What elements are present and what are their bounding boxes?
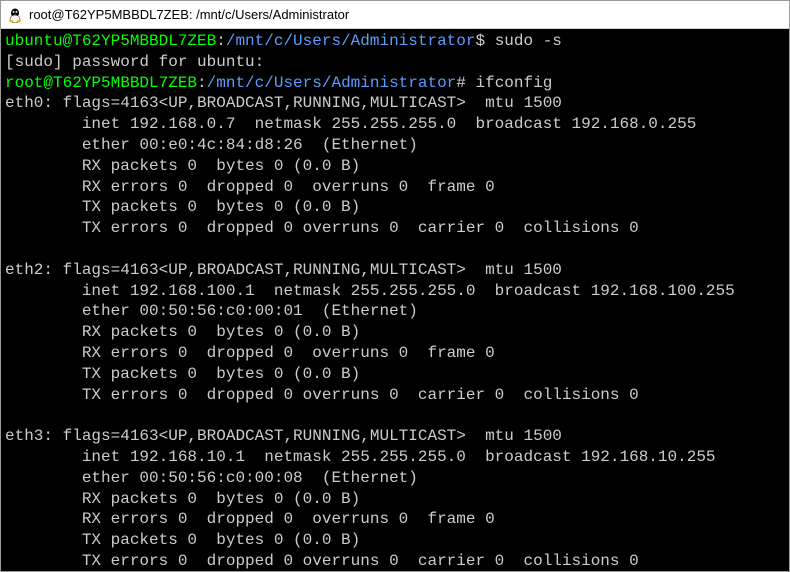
- titlebar[interactable]: root@T62YP5MBBDL7ZEB: /mnt/c/Users/Admin…: [1, 1, 789, 29]
- eth3-line: eth3: flags=4163<UP,BROADCAST,RUNNING,MU…: [5, 427, 562, 445]
- prompt2-userhost: root@T62YP5MBBDL7ZEB: [5, 74, 197, 92]
- terminal-body[interactable]: ubuntu@T62YP5MBBDL7ZEB:/mnt/c/Users/Admi…: [1, 29, 789, 571]
- eth0-line: eth0: flags=4163<UP,BROADCAST,RUNNING,MU…: [5, 94, 562, 112]
- prompt-userhost: ubuntu@T62YP5MBBDL7ZEB: [5, 32, 216, 50]
- terminal-window: root@T62YP5MBBDL7ZEB: /mnt/c/Users/Admin…: [0, 0, 790, 572]
- prompt2-path: /mnt/c/Users/Administrator: [207, 74, 457, 92]
- eth2-line: ether 00:50:56:c0:00:01 (Ethernet): [5, 302, 418, 320]
- prompt2-hash: #: [456, 74, 466, 92]
- prompt-dollar: $: [475, 32, 485, 50]
- eth0-line: TX packets 0 bytes 0 (0.0 B): [5, 198, 360, 216]
- eth3-line: RX errors 0 dropped 0 overruns 0 frame 0: [5, 510, 495, 528]
- eth3-line: TX packets 0 bytes 0 (0.0 B): [5, 531, 360, 549]
- eth3-line: RX packets 0 bytes 0 (0.0 B): [5, 490, 360, 508]
- command-sudo: sudo -s: [485, 32, 562, 50]
- eth3-line: TX errors 0 dropped 0 overruns 0 carrier…: [5, 552, 639, 570]
- eth2-line: RX errors 0 dropped 0 overruns 0 frame 0: [5, 344, 495, 362]
- eth3-line: inet 192.168.10.1 netmask 255.255.255.0 …: [5, 448, 716, 466]
- prompt2-sep: :: [197, 74, 207, 92]
- eth0-line: TX errors 0 dropped 0 overruns 0 carrier…: [5, 219, 639, 237]
- eth2-line: TX packets 0 bytes 0 (0.0 B): [5, 365, 360, 383]
- tux-icon: [7, 7, 23, 23]
- eth0-line: RX packets 0 bytes 0 (0.0 B): [5, 157, 360, 175]
- eth2-line: TX errors 0 dropped 0 overruns 0 carrier…: [5, 386, 639, 404]
- eth2-line: inet 192.168.100.1 netmask 255.255.255.0…: [5, 282, 735, 300]
- sudo-password-line: [sudo] password for ubuntu:: [5, 53, 264, 71]
- window-title: root@T62YP5MBBDL7ZEB: /mnt/c/Users/Admin…: [29, 7, 349, 22]
- eth2-line: RX packets 0 bytes 0 (0.0 B): [5, 323, 360, 341]
- eth0-line: inet 192.168.0.7 netmask 255.255.255.0 b…: [5, 115, 696, 133]
- prompt-sep: :: [216, 32, 226, 50]
- prompt-path: /mnt/c/Users/Administrator: [226, 32, 476, 50]
- eth0-line: RX errors 0 dropped 0 overruns 0 frame 0: [5, 178, 495, 196]
- eth0-line: ether 00:e0:4c:84:d8:26 (Ethernet): [5, 136, 418, 154]
- eth2-line: eth2: flags=4163<UP,BROADCAST,RUNNING,MU…: [5, 261, 562, 279]
- command-ifconfig: ifconfig: [466, 74, 552, 92]
- eth3-line: ether 00:50:56:c0:00:08 (Ethernet): [5, 469, 418, 487]
